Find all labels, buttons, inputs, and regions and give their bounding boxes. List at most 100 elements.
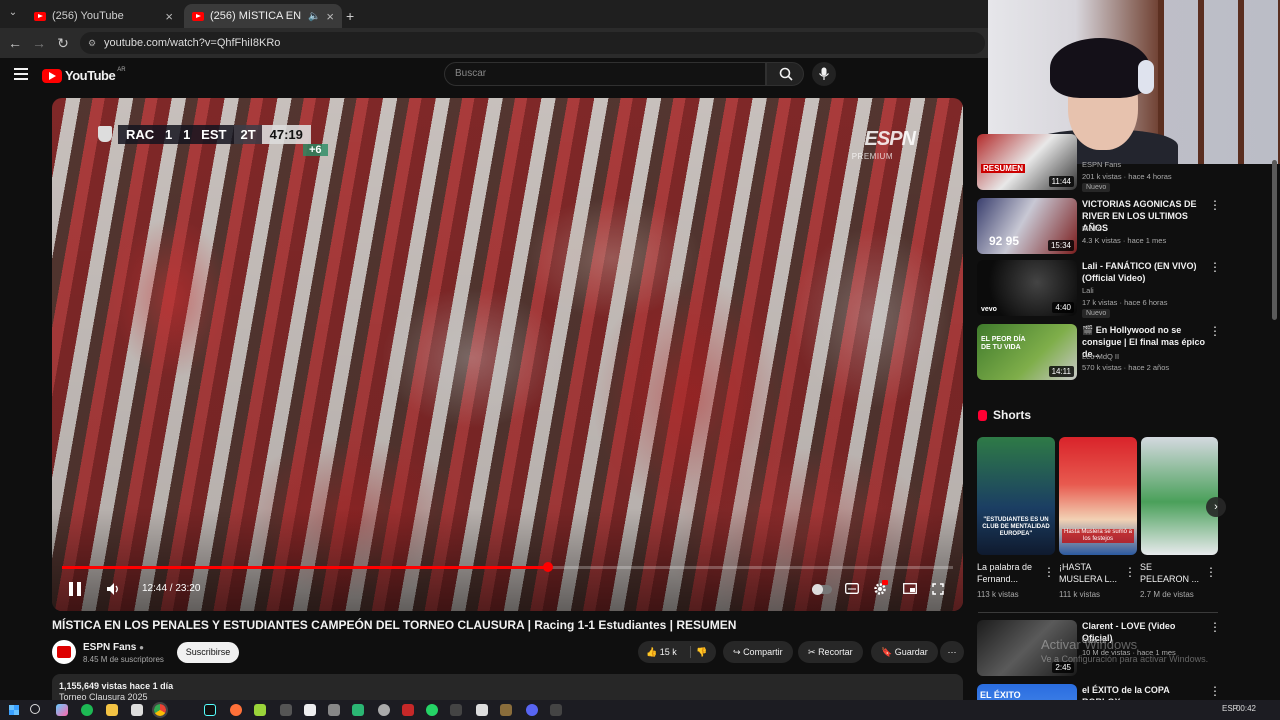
- league-shield-icon: [98, 126, 112, 142]
- video-player[interactable]: RAC 1 1 EST 2T 47:19 +6 ESPN PREMIUM 12:…: [52, 98, 963, 611]
- shorts-next-button[interactable]: ›: [1206, 497, 1226, 517]
- app-icon[interactable]: [500, 704, 512, 716]
- video-meta: 570 k vistas · hace 2 años: [1082, 363, 1170, 372]
- new-tab-button[interactable]: +: [342, 4, 364, 28]
- forward-icon[interactable]: →: [30, 34, 48, 52]
- windows-start-icon[interactable]: [9, 705, 19, 715]
- short-thumbnail[interactable]: "ESTUDIANTES ES UN CLUB DE MENTALIDAD EU…: [977, 437, 1055, 555]
- notepad-icon[interactable]: [131, 704, 143, 716]
- more-vertical-icon[interactable]: ⋮: [1043, 565, 1055, 579]
- short-thumbnail[interactable]: Hasta Muslera se sumó a los festejos: [1059, 437, 1137, 555]
- discord-icon[interactable]: [526, 704, 538, 716]
- broadcaster-tier: PREMIUM: [851, 152, 893, 161]
- voice-search-button[interactable]: [812, 62, 836, 86]
- short-title[interactable]: ¡HASTA MUSLERA L...: [1059, 561, 1121, 585]
- tab-audio-icon[interactable]: 🔈: [308, 11, 320, 22]
- recommended-video[interactable]: EL ÉXITO el ÉXITO de la COPA ROBLOX y ⋮: [977, 684, 1237, 700]
- thumbnail-text: EL ÉXITO: [980, 690, 1021, 700]
- new-badge: Nuevo: [1082, 183, 1111, 192]
- recommended-video[interactable]: vevo 4:40 Lali - FANÁTICO (EN VIVO) (Off…: [977, 260, 1237, 318]
- reload-icon[interactable]: ↻: [54, 34, 72, 52]
- more-actions-button[interactable]: ⋯: [940, 641, 964, 663]
- app-icon[interactable]: [280, 704, 292, 716]
- scrubber-handle[interactable]: [543, 562, 554, 572]
- thumbnail-text: EL PEOR DÍA DE TU VIDA: [981, 336, 1026, 351]
- activate-windows-subtext: Ve a Configuración para activar Windows.: [1041, 654, 1209, 664]
- youtube-logo[interactable]: YouTube AR: [42, 67, 126, 83]
- more-vertical-icon[interactable]: ⋮: [1124, 565, 1136, 579]
- thumbnail-text: RESUMEN: [981, 164, 1026, 173]
- video-title: Lali - FANÁTICO (EN VIVO) (Official Vide…: [1082, 261, 1197, 283]
- back-icon[interactable]: ←: [6, 34, 24, 52]
- video-channel: Melko: [1082, 224, 1103, 233]
- fullscreen-button[interactable]: [928, 578, 948, 600]
- recommended-video[interactable]: EL PEOR DÍA DE TU VIDA 14:11 🎬 En Hollyw…: [977, 324, 1237, 382]
- chrome-icon[interactable]: [152, 702, 168, 718]
- tab-search-icon[interactable]: ⌄: [4, 4, 22, 22]
- like-button[interactable]: 👍 15 k: [646, 641, 677, 663]
- tiktok-icon[interactable]: [204, 704, 216, 716]
- app-icon[interactable]: [254, 704, 266, 716]
- app-icon[interactable]: [352, 704, 364, 716]
- subtitles-button[interactable]: [842, 578, 862, 600]
- thumbs-up-icon: 👍: [646, 647, 658, 657]
- section-divider: [978, 612, 1218, 613]
- thumbnail-text: Hasta Muslera se sumó a los festejos: [1062, 529, 1134, 543]
- document-icon[interactable]: [304, 704, 316, 716]
- more-vertical-icon[interactable]: ⋮: [1209, 261, 1221, 273]
- app-icon[interactable]: [378, 704, 390, 716]
- autoplay-toggle[interactable]: [810, 578, 834, 600]
- miniplayer-icon: [903, 583, 917, 594]
- firefox-icon[interactable]: [230, 704, 242, 716]
- subscribe-button[interactable]: Suscribirse: [177, 642, 239, 663]
- site-info-icon[interactable]: ⚙: [88, 32, 96, 54]
- search-button[interactable]: [766, 62, 804, 86]
- recommended-video[interactable]: 92 95 15:34 VICTORIAS AGONICAS DE RIVER …: [977, 198, 1237, 256]
- short-thumbnail[interactable]: [1141, 437, 1218, 555]
- more-vertical-icon[interactable]: ⋮: [1209, 199, 1221, 211]
- player-controls: 12:44 / 23:20: [52, 576, 963, 602]
- copilot-icon[interactable]: [56, 704, 68, 716]
- channel-avatar[interactable]: [52, 640, 76, 664]
- system-clock[interactable]: 00:42: [1236, 704, 1256, 713]
- file-explorer-icon[interactable]: [106, 704, 118, 716]
- short-title[interactable]: SE PELEARON ...: [1140, 561, 1202, 585]
- progress-bar[interactable]: [62, 562, 953, 572]
- tab-youtube-home[interactable]: (256) YouTube ×: [26, 4, 181, 28]
- tab-current-video[interactable]: (256) MÍSTICA EN LOS PENA 🔈 ×: [184, 4, 342, 28]
- app-icon[interactable]: [402, 704, 414, 716]
- recommended-video[interactable]: RESUMEN 11:44 ESPN Fans 201 k vistas · h…: [977, 134, 1237, 192]
- app-icon[interactable]: [550, 704, 562, 716]
- spotify-icon[interactable]: [81, 704, 93, 716]
- dislike-button[interactable]: 👎: [696, 641, 707, 663]
- sidebar-scrollbar[interactable]: [1272, 160, 1277, 320]
- app-icon[interactable]: [328, 704, 340, 716]
- volume-button[interactable]: [104, 578, 124, 600]
- channel-name[interactable]: ESPN Fans ●: [83, 642, 144, 653]
- menu-icon[interactable]: [14, 68, 28, 80]
- video-title: el ÉXITO de la COPA ROBLOX y: [1082, 685, 1170, 700]
- document-icon[interactable]: [476, 704, 488, 716]
- more-vertical-icon[interactable]: ⋮: [1209, 685, 1221, 697]
- more-vertical-icon[interactable]: ⋮: [1205, 565, 1217, 579]
- address-bar[interactable]: ⚙ youtube.com/watch?v=QhfFhiI8KRo: [80, 32, 985, 54]
- settings-button[interactable]: [870, 578, 890, 600]
- more-vertical-icon[interactable]: ⋮: [1209, 621, 1221, 633]
- miniplayer-button[interactable]: [900, 578, 920, 600]
- short-views: 113 k vistas: [977, 590, 1019, 599]
- score-teams: RAC 1 1 EST: [118, 124, 235, 144]
- broadcaster-logo: ESPN: [864, 128, 916, 150]
- video-title: MÍSTICA EN LOS PENALES Y ESTUDIANTES CAM…: [52, 618, 737, 632]
- search-icon[interactable]: [30, 704, 40, 714]
- clip-button[interactable]: ✂ Recortar: [798, 641, 863, 663]
- search-input[interactable]: Buscar: [444, 62, 766, 86]
- close-tab-icon[interactable]: ×: [159, 9, 173, 24]
- pause-button[interactable]: [66, 578, 84, 600]
- app-icon[interactable]: [450, 704, 462, 716]
- save-button[interactable]: 🔖 Guardar: [871, 641, 938, 663]
- share-button[interactable]: ↪ Compartir: [723, 641, 793, 663]
- close-tab-icon[interactable]: ×: [320, 9, 334, 24]
- short-title[interactable]: La palabra de Fernand...: [977, 561, 1039, 585]
- whatsapp-icon[interactable]: [426, 704, 438, 716]
- more-vertical-icon[interactable]: ⋮: [1209, 325, 1221, 337]
